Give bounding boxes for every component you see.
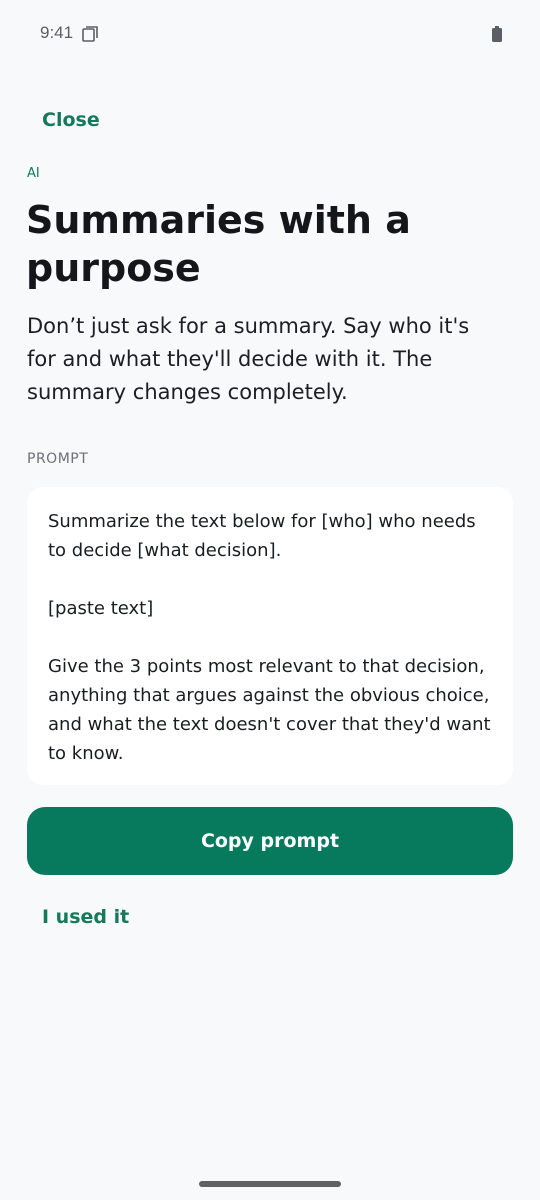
status-time: 9:41 (40, 23, 74, 42)
prompt-card: Summarize the text below for [who] who n… (27, 487, 513, 785)
prompt-section-label: PROMPT (27, 451, 89, 467)
used-it-button[interactable]: I used it (42, 906, 129, 928)
screen-icon (82, 26, 98, 42)
close-button[interactable]: Close (42, 109, 100, 131)
prompt-text: Summarize the text below for [who] who n… (48, 511, 491, 764)
copy-prompt-button[interactable]: Copy prompt (27, 807, 513, 875)
home-indicator[interactable] (199, 1181, 341, 1187)
status-bar: 9:41 (0, 0, 540, 68)
page-title: Summaries with a purpose (26, 198, 411, 290)
page-subtitle: Don’t just ask for a summary. Say who it… (27, 314, 470, 404)
battery-icon (492, 26, 502, 42)
category-label: AI (27, 166, 40, 181)
